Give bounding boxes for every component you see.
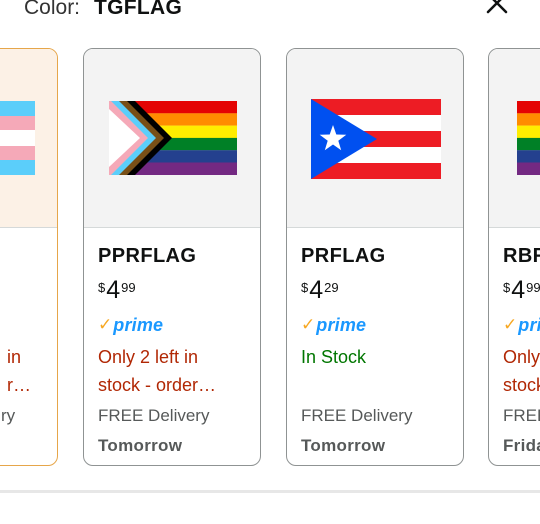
color-label: Color: (24, 0, 81, 19)
color-option-card-prflag[interactable]: PRFLAG $ 4 29 ✓ prime In Stock FREE Deli… (286, 48, 464, 466)
stock-status: in r… (7, 347, 31, 395)
delivery-info: FREE Frida (503, 406, 540, 455)
product-image-area (287, 49, 463, 228)
prime-badge: ✓ prime (98, 314, 164, 335)
product-sku: RBF (503, 245, 540, 267)
product-image-area (0, 49, 57, 228)
selected-color-value: TGFLAG (94, 0, 183, 19)
product-sku: PRFLAG (301, 245, 386, 267)
stock-status: Only 2 left in stock - order… (98, 347, 217, 395)
rainbow-flag-image (517, 101, 540, 175)
prime-check-icon: ✓ (301, 315, 316, 334)
trans-flag-image (0, 101, 35, 175)
progress-pride-flag-image (109, 101, 237, 175)
prime-check-icon: ✓ (98, 315, 113, 334)
bottom-divider (0, 490, 540, 493)
stock-status: In Stock (301, 347, 367, 367)
color-selector-header: Color: TGFLAG (24, 0, 182, 26)
color-option-card-tgflag[interactable]: in r… ry (0, 48, 58, 466)
prime-badge: ✓ pri (503, 314, 540, 335)
close-button[interactable] (482, 0, 512, 14)
product-image-area (489, 49, 540, 228)
delivery-info: ry (1, 406, 16, 425)
delivery-info: FREE Delivery Tomorrow (98, 406, 210, 455)
stock-status: Only stock (503, 347, 540, 395)
product-image-area (84, 49, 260, 228)
product-sku: PPRFLAG (98, 245, 197, 267)
color-option-card-pprflag[interactable]: PPRFLAG $ 4 99 ✓ prime Only 2 left in st… (83, 48, 261, 466)
price: $ 4 29 (301, 276, 339, 304)
puerto-rico-flag-image (311, 99, 441, 179)
price: $ 4 99 (98, 276, 136, 304)
color-options-carousel[interactable]: in r… ry PPRFLAG $ 4 99 ✓ prime Only 2 l… (0, 48, 540, 470)
delivery-info: FREE Delivery Tomorrow (301, 406, 413, 455)
color-option-card-rbflag[interactable]: RBF $ 4 99 ✓ pri Only stock FREE Frida (488, 48, 540, 466)
prime-check-icon: ✓ (503, 315, 518, 334)
price: $ 4 99 (503, 276, 540, 304)
close-icon (486, 0, 508, 14)
prime-badge: ✓ prime (301, 314, 367, 335)
